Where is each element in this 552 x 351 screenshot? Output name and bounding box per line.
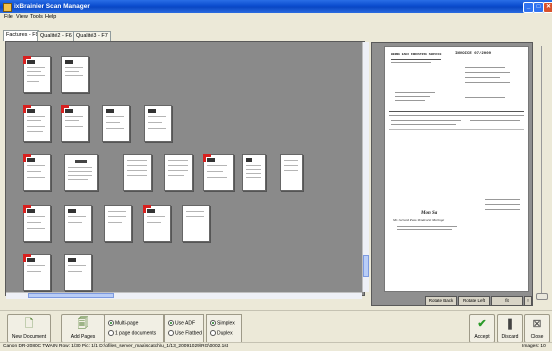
page-thumbnail[interactable]: [123, 154, 152, 191]
window-title: ixBrainier Scan Manager: [14, 3, 90, 10]
add-pages-button[interactable]: 🗐 Add Pages: [61, 314, 105, 343]
discard-button[interactable]: ❚ Discard: [497, 314, 523, 343]
new-document-button[interactable]: 🗋 New Document: [7, 314, 51, 343]
duplex-radio[interactable]: Duplex: [210, 330, 233, 336]
page-thumbnail[interactable]: [61, 105, 89, 142]
zoom-slider[interactable]: [533, 44, 551, 306]
page-thumbnail[interactable]: [23, 56, 51, 93]
add-pages-icon: 🗐: [77, 318, 89, 330]
page-thumbnail[interactable]: [242, 154, 266, 191]
page-thumbnail[interactable]: [104, 205, 132, 242]
accept-button[interactable]: ✔ Accept: [469, 314, 495, 343]
rotate-left-button[interactable]: Rotate Left: [458, 296, 490, 306]
menu-file[interactable]: File: [4, 14, 13, 20]
sides-group: Simplex Duplex: [206, 314, 242, 343]
thumbnail-panel[interactable]: [5, 41, 365, 296]
page-thumbnail[interactable]: [23, 154, 51, 191]
page-thumbnail[interactable]: [102, 105, 130, 142]
page-thumbnail[interactable]: [23, 105, 51, 142]
page-thumbnail[interactable]: [64, 254, 92, 291]
page-thumbnail[interactable]: [164, 154, 193, 191]
simplex-radio[interactable]: Simplex: [210, 320, 235, 326]
zoom-slider-knob[interactable]: [536, 293, 548, 300]
menu-bar: File View Tools Help: [0, 13, 552, 21]
page-thumbnail[interactable]: [143, 205, 171, 242]
page-thumbnail[interactable]: [144, 105, 172, 142]
page-thumbnail[interactable]: [64, 205, 92, 242]
page-mode-group: Multi-page 1 page documents: [104, 314, 164, 343]
use-flatbed-radio[interactable]: Use Flatbed: [168, 330, 202, 336]
preview-document[interactable]: BERNE EAUX INDUSTRIE SERVICE INVOICE 07/…: [384, 46, 529, 292]
page-thumbnail[interactable]: [182, 205, 210, 242]
new-document-icon: 🗋: [24, 318, 34, 330]
page-thumbnail[interactable]: [23, 205, 51, 242]
preview-company: BERNE EAUX INDUSTRIE SERVICE: [391, 53, 442, 56]
multi-page-radio[interactable]: Multi-page: [108, 320, 138, 326]
menu-view[interactable]: View: [16, 14, 28, 20]
feeder-group: Use ADF Use Flatbed: [164, 314, 204, 343]
close-button[interactable]: ⊠ Close: [524, 314, 550, 343]
menu-tools[interactable]: Tools: [30, 14, 43, 20]
page-thumbnail[interactable]: [23, 254, 51, 291]
page-thumbnail[interactable]: [203, 154, 234, 191]
preview-signature: Mr. Gérard Pass-Vendeurst Moringe: [393, 218, 445, 222]
checkmark-icon: ✔: [477, 318, 487, 330]
rotate-back-button[interactable]: Rotate Back: [425, 296, 457, 306]
scroll-thumb[interactable]: [28, 293, 114, 298]
page-thumbnail[interactable]: [280, 154, 303, 191]
title-bar: ixBrainier Scan Manager _ □ ✕: [0, 0, 552, 13]
discard-icon: ❚: [505, 318, 515, 330]
close-icon: ⊠: [532, 318, 542, 330]
page-thumbnail[interactable]: [64, 154, 98, 191]
preview-greeting: Mon Sa: [421, 211, 438, 216]
fit-button[interactable]: fit: [491, 296, 523, 306]
close-window-button[interactable]: ✕: [543, 2, 552, 13]
thumbnail-horizontal-scrollbar[interactable]: [6, 292, 362, 299]
tab-qualite2[interactable]: Qualité2 - F6: [37, 31, 75, 41]
thumbnail-vertical-scrollbar[interactable]: [362, 42, 369, 292]
scroll-thumb[interactable]: [363, 255, 369, 277]
app-icon: [3, 3, 12, 12]
menu-help[interactable]: Help: [45, 14, 56, 20]
info-button[interactable]: !: [524, 296, 532, 306]
tab-qualite3[interactable]: Qualité3 - F7: [73, 31, 111, 41]
page-thumbnail[interactable]: [61, 56, 89, 93]
one-page-radio[interactable]: 1 page documents: [108, 330, 156, 336]
tab-factures[interactable]: Factures - F9: [3, 30, 39, 41]
use-adf-radio[interactable]: Use ADF: [168, 320, 195, 326]
preview-doc-number: INVOICE 07/2009: [455, 52, 492, 56]
